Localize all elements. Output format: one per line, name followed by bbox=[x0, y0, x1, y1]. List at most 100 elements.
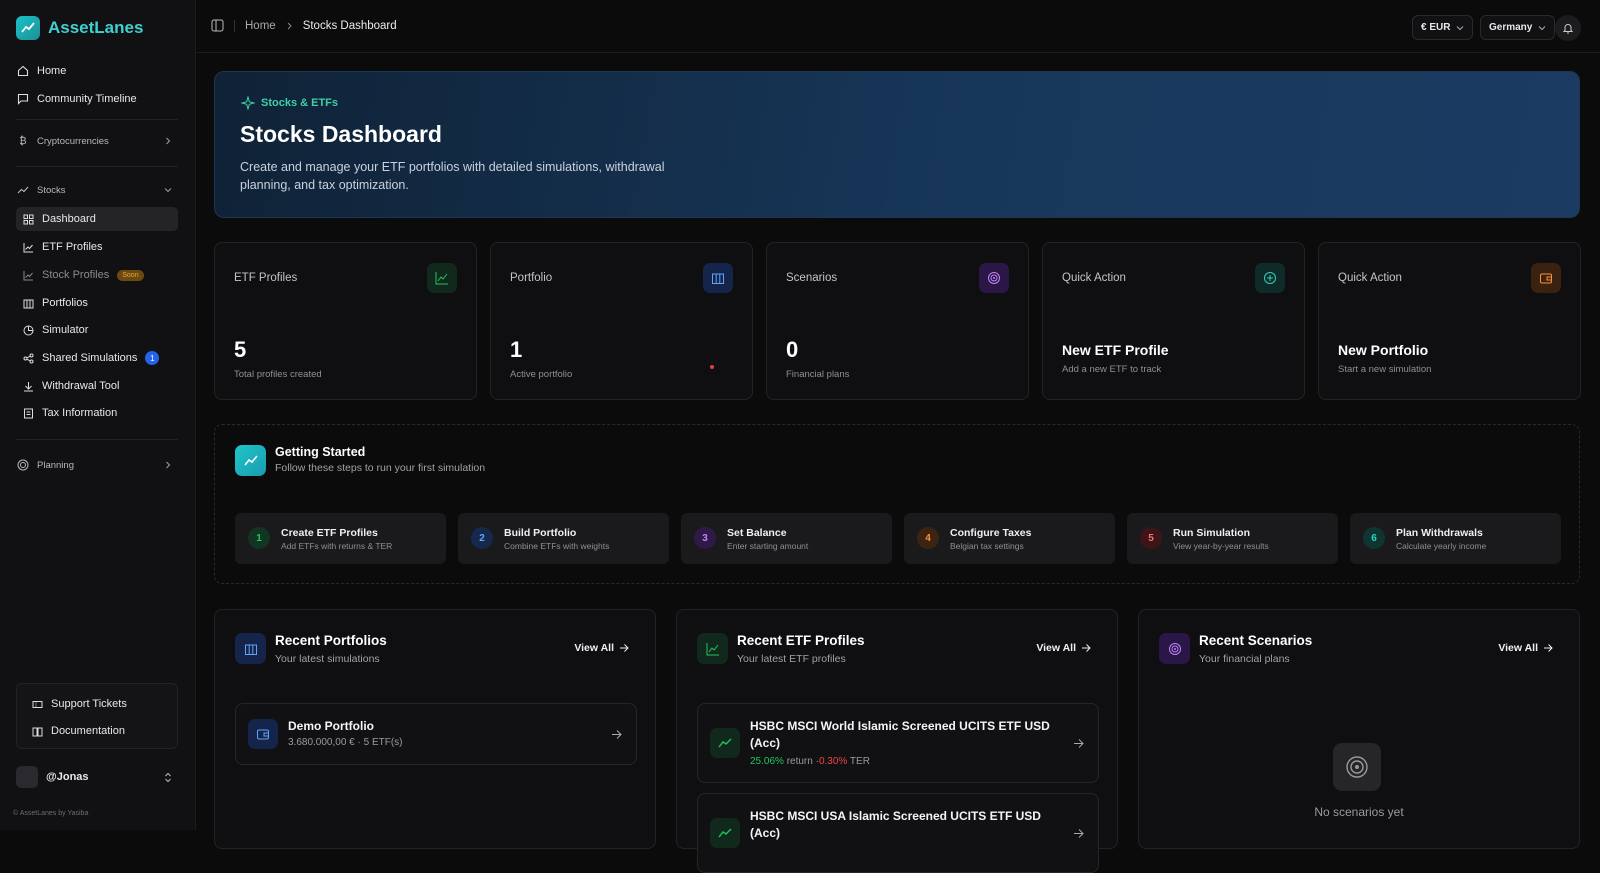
stat-value: 5 bbox=[234, 337, 247, 362]
trend-up-icon bbox=[710, 728, 740, 758]
stat-title: Quick Action bbox=[1338, 272, 1402, 284]
sidebar-toggle-icon[interactable] bbox=[211, 19, 224, 32]
message-icon bbox=[17, 93, 29, 105]
currency-value: € EUR bbox=[1421, 22, 1451, 33]
chevron-down-icon bbox=[1456, 24, 1464, 32]
arrow-right-icon bbox=[1081, 643, 1091, 653]
stat-card-portfolio[interactable]: Portfolio 1 Active portfolio bbox=[490, 242, 753, 400]
home-icon bbox=[17, 65, 29, 77]
sidebar-group-cryptocurrencies[interactable]: ₿ Cryptocurrencies bbox=[16, 129, 178, 153]
receipt-icon bbox=[23, 408, 34, 419]
sidebar-item-label: Community Timeline bbox=[37, 93, 137, 105]
view-all-scenarios-link[interactable]: View All bbox=[1498, 642, 1553, 654]
getting-started-title: Getting Started bbox=[275, 445, 366, 459]
share-icon bbox=[23, 353, 34, 364]
notifications-button[interactable] bbox=[1555, 15, 1581, 41]
chevron-right-icon bbox=[286, 22, 293, 30]
quick-action-new-etf-profile[interactable]: Quick Action New ETF Profile Add a new E… bbox=[1042, 242, 1305, 400]
briefcase-icon bbox=[23, 298, 34, 309]
chevron-updown-icon bbox=[164, 772, 172, 783]
chevron-down-icon bbox=[164, 186, 172, 194]
briefcase-icon bbox=[703, 263, 733, 293]
sidebar-item-withdrawal-tool[interactable]: Withdrawal Tool bbox=[16, 374, 178, 398]
step-title: Set Balance bbox=[727, 527, 787, 539]
step-card[interactable]: 6 Plan Withdrawals Calculate yearly inco… bbox=[1350, 513, 1561, 564]
sidebar-item-tax-information[interactable]: Tax Information bbox=[16, 401, 178, 425]
divider bbox=[234, 19, 235, 32]
view-all-portfolios-link[interactable]: View All bbox=[574, 642, 629, 654]
etf-metrics: 25.06% return ·0.30% TER bbox=[750, 756, 870, 767]
breadcrumb-home[interactable]: Home bbox=[245, 20, 276, 32]
country-select[interactable]: Germany bbox=[1480, 15, 1556, 40]
username: @Jonas bbox=[46, 771, 89, 783]
sidebar-group-label: Stocks bbox=[37, 184, 66, 196]
status-dot bbox=[710, 365, 714, 369]
sidebar-item-label: Shared Simulations bbox=[42, 352, 138, 364]
breadcrumb: Home Stocks Dashboard bbox=[211, 19, 397, 32]
view-all-etf-profiles-link[interactable]: View All bbox=[1036, 642, 1091, 654]
user-menu[interactable]: @Jonas bbox=[16, 764, 178, 790]
sidebar-group-planning[interactable]: Planning bbox=[16, 453, 178, 477]
briefcase-icon bbox=[235, 633, 266, 664]
stat-card-etf-profiles[interactable]: ETF Profiles 5 Total profiles created bbox=[214, 242, 477, 400]
etf-profile-card[interactable]: HSBC MSCI World Islamic Screened UCITS E… bbox=[697, 703, 1099, 783]
view-all-label: View All bbox=[1498, 642, 1538, 654]
step-card[interactable]: 5 Run Simulation View year-by-year resul… bbox=[1127, 513, 1338, 564]
pie-icon bbox=[23, 325, 34, 336]
brand[interactable]: AssetLanes bbox=[16, 16, 143, 40]
step-card[interactable]: 2 Build Portfolio Combine ETFs with weig… bbox=[458, 513, 669, 564]
sidebar-item-portfolios[interactable]: Portfolios bbox=[16, 291, 178, 315]
portfolio-meta: 3.680.000,00 € · 5 ETF(s) bbox=[288, 737, 403, 748]
step-card[interactable]: 3 Set Balance Enter starting amount bbox=[681, 513, 892, 564]
etf-name: HSBC MSCI USA Islamic Screened UCITS ETF… bbox=[750, 809, 1041, 840]
sidebar-item-shared-simulations[interactable]: Shared Simulations 1 bbox=[16, 346, 178, 370]
sidebar: AssetLanes Home Community Timeline ₿ Cry… bbox=[0, 0, 196, 830]
support-box: Support Tickets Documentation bbox=[16, 683, 178, 749]
step-number: 4 bbox=[917, 527, 939, 549]
target-icon bbox=[1333, 743, 1381, 791]
sidebar-item-dashboard[interactable]: Dashboard bbox=[16, 207, 178, 231]
support-tickets-link[interactable]: Support Tickets bbox=[31, 692, 171, 716]
panel-title: Recent Portfolios bbox=[275, 633, 387, 648]
stat-card-scenarios[interactable]: Scenarios 0 Financial plans bbox=[766, 242, 1029, 400]
sidebar-item-stock-profiles[interactable]: Stock Profiles Soon bbox=[16, 263, 178, 287]
chart-line-icon bbox=[697, 633, 728, 664]
stat-title: Quick Action bbox=[1062, 272, 1126, 284]
grid-icon bbox=[23, 214, 34, 225]
sidebar-group-stocks[interactable]: Stocks bbox=[16, 178, 178, 202]
support-tickets-label: Support Tickets bbox=[51, 698, 127, 710]
step-subtitle: Add ETFs with returns & TER bbox=[281, 541, 393, 551]
sidebar-item-label: ETF Profiles bbox=[42, 241, 103, 253]
quick-action-subtitle: Add a new ETF to track bbox=[1062, 364, 1162, 375]
book-icon bbox=[32, 726, 43, 737]
sidebar-item-label: Home bbox=[37, 65, 67, 77]
documentation-link[interactable]: Documentation bbox=[31, 719, 171, 743]
portfolio-card[interactable]: Demo Portfolio 3.680.000,00 € · 5 ETF(s) bbox=[235, 703, 637, 765]
recent-portfolios-panel: Recent Portfolios Your latest simulation… bbox=[214, 609, 656, 849]
sidebar-item-etf-profiles[interactable]: ETF Profiles bbox=[16, 235, 178, 259]
page-title: Stocks Dashboard bbox=[240, 121, 442, 147]
etf-profile-card[interactable]: HSBC MSCI USA Islamic Screened UCITS ETF… bbox=[697, 793, 1099, 873]
stat-subtitle: Financial plans bbox=[786, 369, 850, 380]
trend-up-icon bbox=[710, 818, 740, 848]
download-icon bbox=[23, 381, 34, 392]
step-card[interactable]: 4 Configure Taxes Belgian tax settings bbox=[904, 513, 1115, 564]
sidebar-item-label: Portfolios bbox=[42, 297, 88, 309]
arrow-right-icon bbox=[611, 729, 622, 740]
panel-subtitle: Your latest ETF profiles bbox=[737, 653, 846, 665]
step-subtitle: Combine ETFs with weights bbox=[504, 541, 610, 551]
target-icon bbox=[1159, 633, 1190, 664]
sidebar-item-label: Tax Information bbox=[42, 407, 118, 419]
sidebar-item-community-timeline[interactable]: Community Timeline bbox=[16, 87, 178, 111]
chart-line-icon bbox=[427, 263, 457, 293]
step-subtitle: Calculate yearly income bbox=[1396, 541, 1487, 551]
quick-action-new-portfolio[interactable]: Quick Action New Portfolio Start a new s… bbox=[1318, 242, 1581, 400]
arrow-right-icon bbox=[619, 643, 629, 653]
currency-select[interactable]: € EUR bbox=[1412, 15, 1474, 40]
sidebar-item-home[interactable]: Home bbox=[16, 59, 178, 83]
sidebar-item-simulator[interactable]: Simulator bbox=[16, 318, 178, 342]
soon-badge: Soon bbox=[117, 269, 144, 281]
step-subtitle: View year-by-year results bbox=[1173, 541, 1269, 551]
step-card[interactable]: 1 Create ETF Profiles Add ETFs with retu… bbox=[235, 513, 446, 564]
empty-state-text: No scenarios yet bbox=[1314, 805, 1404, 819]
